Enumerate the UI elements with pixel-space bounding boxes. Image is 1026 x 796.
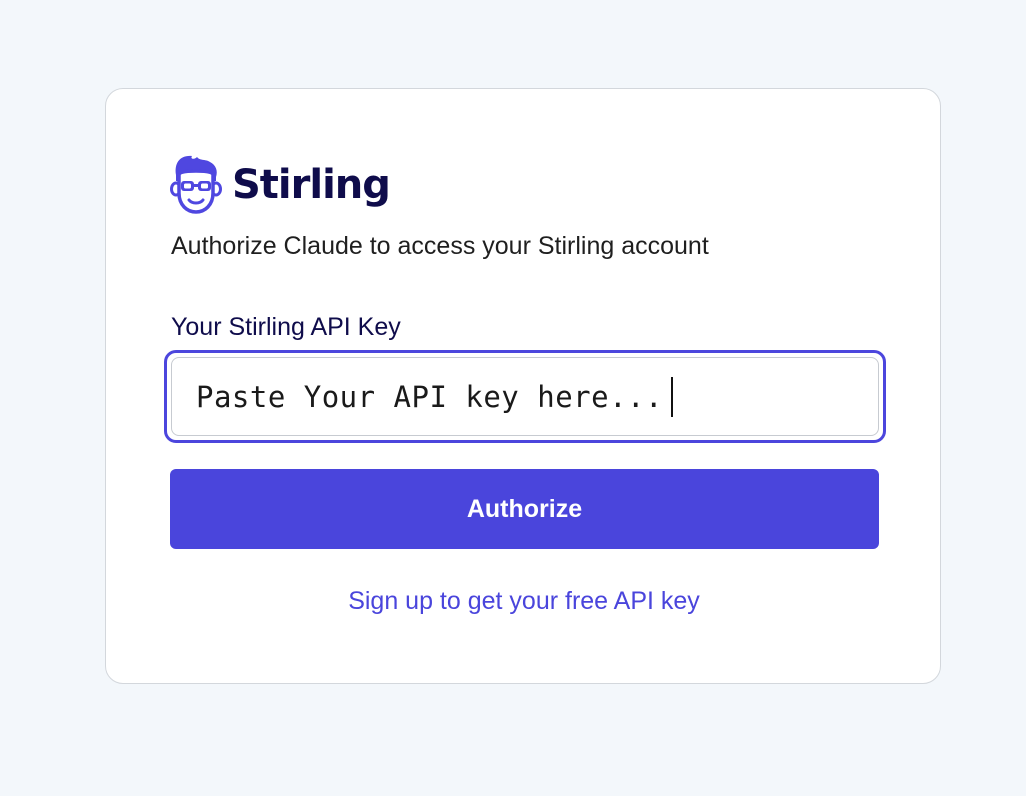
brand-header: Stirling <box>170 153 391 215</box>
api-key-field-focus-ring[interactable]: Paste Your API key here... <box>164 350 886 443</box>
auth-card: Stirling Authorize Claude to access your… <box>105 88 941 684</box>
authorize-button[interactable]: Authorize <box>170 469 879 549</box>
api-key-input[interactable]: Paste Your API key here... <box>171 357 879 436</box>
signup-link[interactable]: Sign up to get your free API key <box>106 586 942 616</box>
api-key-placeholder: Paste Your API key here... <box>196 379 663 414</box>
auth-subtitle: Authorize Claude to access your Stirling… <box>171 232 709 260</box>
api-key-label: Your Stirling API Key <box>171 313 401 341</box>
text-caret <box>670 376 673 417</box>
stirling-mascot-icon <box>170 155 222 214</box>
brand-name: Stirling <box>232 162 391 208</box>
